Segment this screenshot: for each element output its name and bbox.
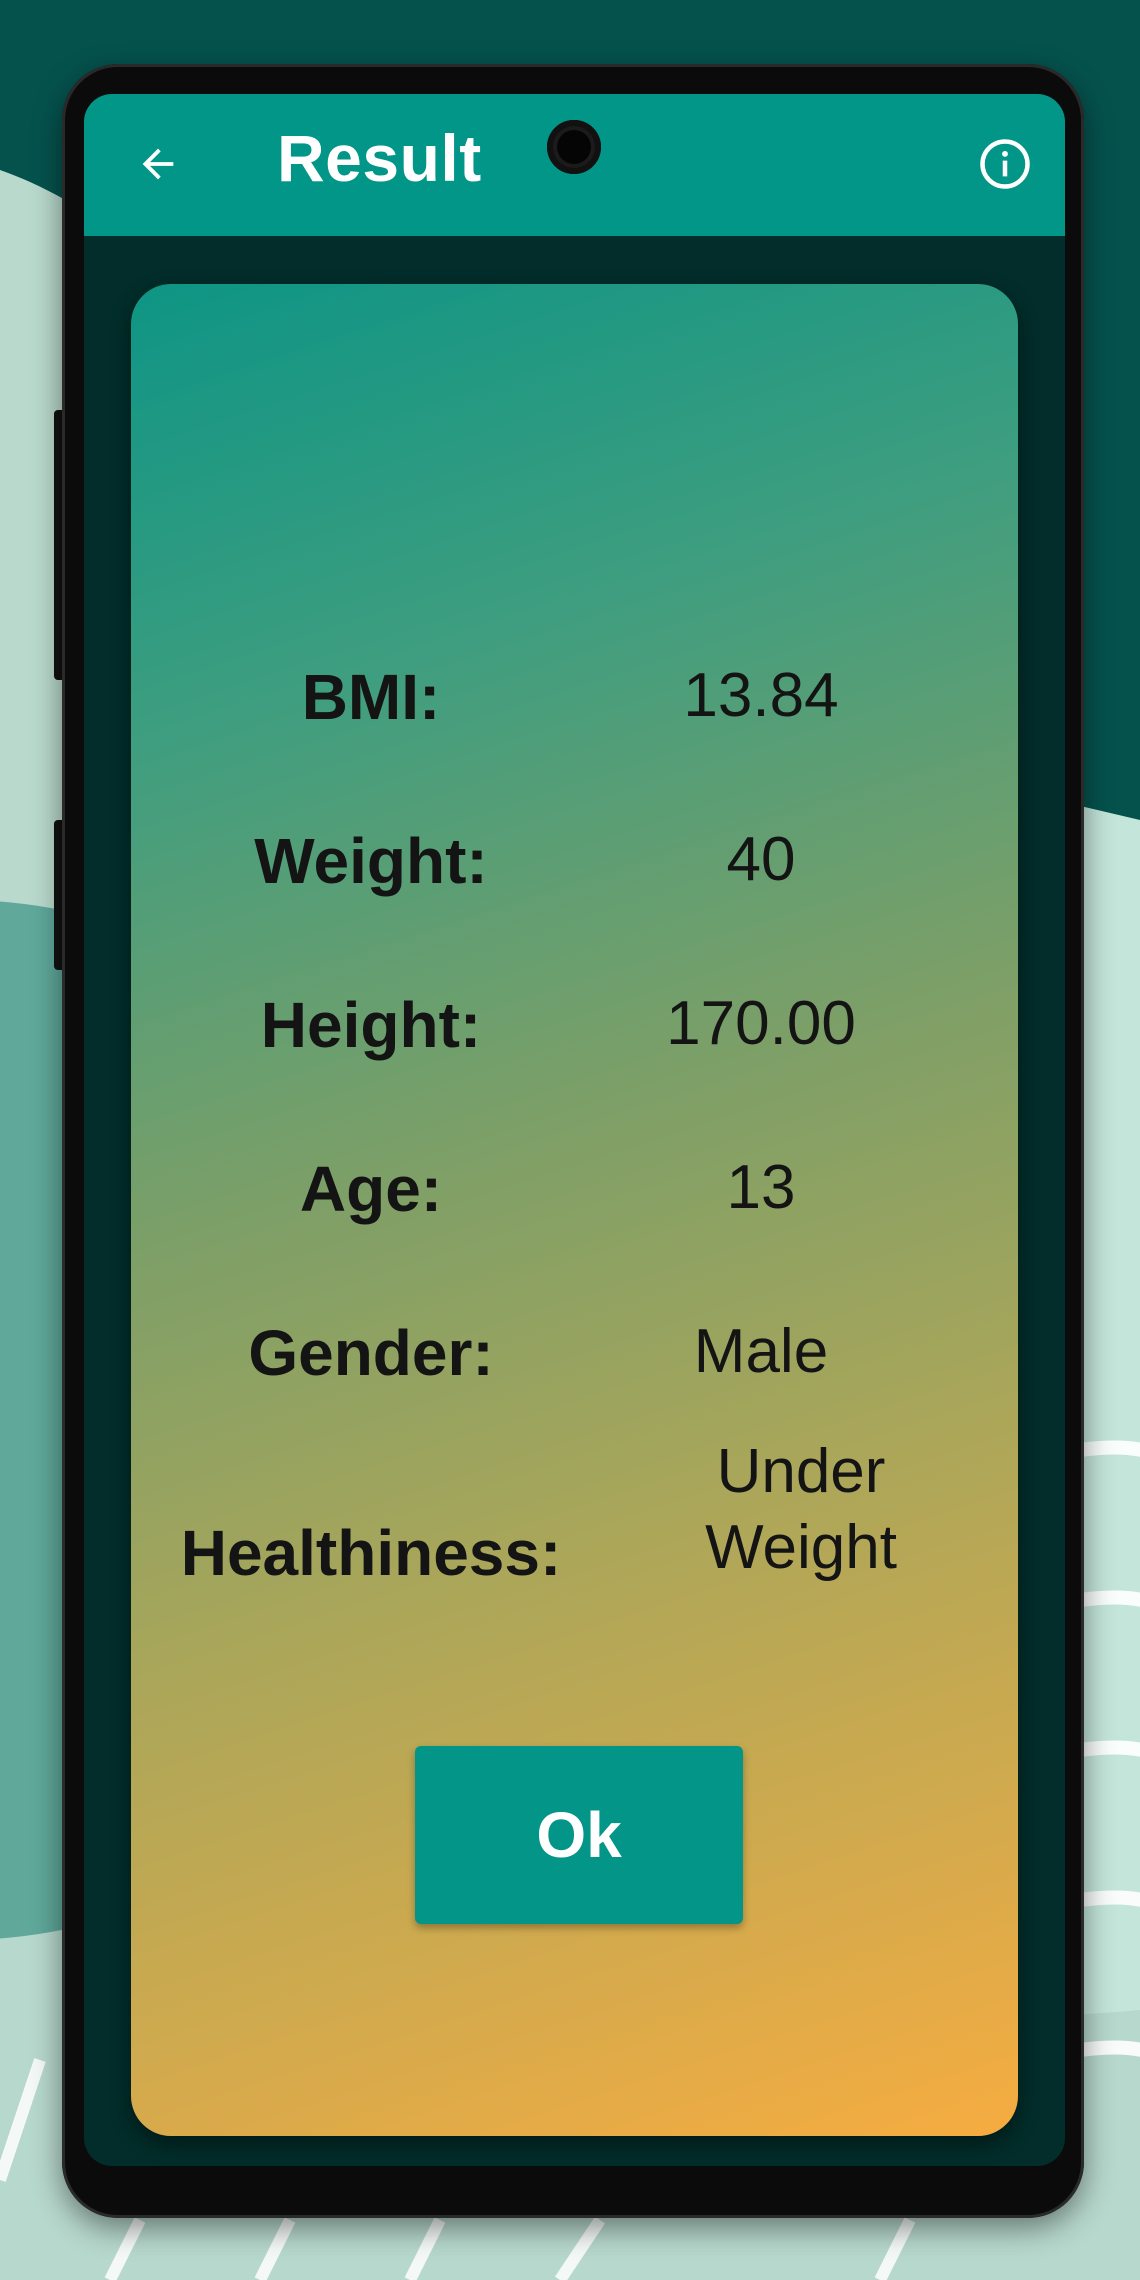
info-icon bbox=[980, 139, 1030, 189]
age-value: 13 bbox=[726, 1153, 796, 1222]
healthiness-value: Under Weight bbox=[651, 1434, 951, 1585]
gender-label: Gender: bbox=[248, 1317, 494, 1389]
camera-cutout bbox=[547, 120, 601, 174]
phone-bottom-bezel bbox=[84, 2166, 1065, 2206]
gender-value: Male bbox=[693, 1317, 829, 1386]
page-title: Result bbox=[277, 121, 482, 195]
age-label: Age: bbox=[299, 1153, 443, 1225]
healthiness-label: Healthiness: bbox=[180, 1517, 562, 1589]
bmi-label: BMI: bbox=[301, 661, 441, 733]
back-button[interactable] bbox=[118, 124, 198, 204]
info-button[interactable] bbox=[965, 124, 1045, 204]
ok-button[interactable]: Ok bbox=[415, 1746, 743, 1924]
weight-value: 40 bbox=[726, 825, 796, 894]
result-card: BMI: 13.84 Weight: 40 Height: 170.00 Age… bbox=[131, 284, 1018, 2136]
arrow-left-icon bbox=[142, 148, 174, 180]
app-screen: Result BMI: 13.84 Weight: 40 Height: 170… bbox=[84, 94, 1065, 2166]
height-label: Height: bbox=[260, 989, 482, 1061]
bmi-value: 13.84 bbox=[683, 661, 839, 730]
height-value: 170.00 bbox=[666, 989, 856, 1058]
healthiness-value-line1: Under bbox=[716, 1437, 886, 1506]
healthiness-value-line2: Weight bbox=[705, 1512, 897, 1582]
weight-label: Weight: bbox=[254, 825, 488, 897]
